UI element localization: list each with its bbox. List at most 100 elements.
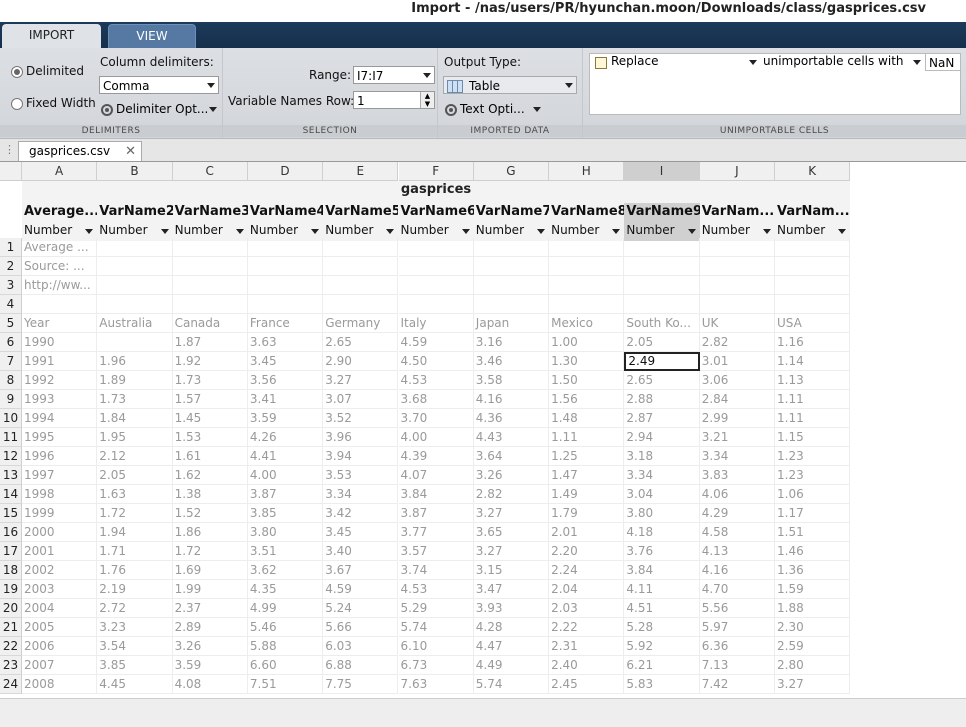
table-cell[interactable]: Canada xyxy=(172,314,248,333)
table-cell[interactable]: 1.95 xyxy=(97,428,173,447)
close-icon[interactable]: ✕ xyxy=(125,142,136,161)
table-cell[interactable]: 3.01 xyxy=(699,352,775,371)
table-cell[interactable]: 3.67 xyxy=(323,561,399,580)
replacement-value-input[interactable]: NaN xyxy=(925,53,961,71)
table-cell[interactable]: 1.62 xyxy=(172,466,248,485)
table-cell[interactable]: 1.50 xyxy=(549,371,625,390)
table-cell[interactable]: 2.82 xyxy=(473,485,550,504)
table-cell[interactable]: 7.51 xyxy=(247,675,324,694)
table-cell[interactable]: 6.10 xyxy=(398,637,474,656)
variable-name-e[interactable]: VarName5 xyxy=(323,204,398,222)
table-cell[interactable]: 1996 xyxy=(22,447,98,466)
table-cell[interactable]: 1997 xyxy=(22,466,98,485)
range-input[interactable]: I7:I7 xyxy=(353,66,435,84)
table-cell[interactable]: 4.41 xyxy=(247,447,324,466)
table-cell[interactable]: 1.46 xyxy=(775,542,850,561)
table-cell[interactable]: 1993 xyxy=(22,390,98,409)
table-cell[interactable]: 3.85 xyxy=(247,504,324,523)
table-cell[interactable]: 4.39 xyxy=(398,447,474,466)
table-cell[interactable]: 1994 xyxy=(22,409,98,428)
table-cell[interactable]: 3.26 xyxy=(473,466,550,485)
table-cell[interactable]: 3.59 xyxy=(247,409,324,428)
table-cell[interactable]: 7.63 xyxy=(398,675,474,694)
table-cell[interactable]: 3.16 xyxy=(473,333,550,352)
table-cell[interactable]: 2.72 xyxy=(97,599,173,618)
table-cell[interactable]: 3.76 xyxy=(624,542,700,561)
row-header[interactable]: 20 xyxy=(0,599,22,618)
table-cell[interactable]: 1.84 xyxy=(97,409,173,428)
table-cell[interactable]: 7.75 xyxy=(323,675,399,694)
row-header[interactable]: 12 xyxy=(0,447,22,466)
table-cell[interactable]: 3.87 xyxy=(247,485,324,504)
table-cell[interactable]: 2007 xyxy=(22,656,98,675)
variable-name-g[interactable]: VarName7 xyxy=(474,204,549,222)
table-cell[interactable]: 2.94 xyxy=(624,428,700,447)
table-cell[interactable]: 3.27 xyxy=(473,504,550,523)
table-cell[interactable]: Year xyxy=(22,314,98,333)
variable-name-c[interactable]: VarName3 xyxy=(173,204,248,222)
table-cell[interactable]: 1.45 xyxy=(172,409,248,428)
table-cell[interactable]: 3.40 xyxy=(323,542,399,561)
column-header-h[interactable]: H xyxy=(549,162,625,181)
table-cell[interactable]: 4.28 xyxy=(473,618,550,637)
row-header[interactable]: 2 xyxy=(0,257,22,276)
table-cell[interactable]: 5.83 xyxy=(624,675,700,694)
row-header[interactable]: 5 xyxy=(0,314,22,333)
table-cell[interactable]: 1.71 xyxy=(97,542,173,561)
table-cell[interactable]: 3.87 xyxy=(398,504,474,523)
column-header-j[interactable]: J xyxy=(699,162,775,181)
table-cell[interactable]: 4.16 xyxy=(699,561,775,580)
table-cell[interactable] xyxy=(775,238,850,257)
table-cell[interactable]: 1.00 xyxy=(549,333,625,352)
table-cell[interactable]: 2.40 xyxy=(549,656,625,675)
table-cell[interactable]: 1998 xyxy=(22,485,98,504)
table-cell[interactable]: 1.72 xyxy=(97,504,173,523)
table-cell[interactable]: 2.01 xyxy=(549,523,625,542)
table-cell[interactable] xyxy=(699,257,775,276)
table-cell[interactable] xyxy=(549,276,625,295)
replace-checkbox[interactable] xyxy=(595,57,607,69)
table-cell[interactable] xyxy=(97,257,173,276)
table-cell[interactable] xyxy=(624,295,700,314)
table-cell[interactable]: 2.82 xyxy=(699,333,775,352)
variable-name-h[interactable]: VarName8 xyxy=(549,204,624,222)
table-cell[interactable] xyxy=(323,276,399,295)
table-cell[interactable] xyxy=(398,257,474,276)
table-cell[interactable]: Average ... xyxy=(22,238,98,257)
table-cell[interactable]: 2006 xyxy=(22,637,98,656)
table-cell[interactable] xyxy=(699,238,775,257)
table-cell[interactable] xyxy=(624,276,700,295)
column-header-a[interactable]: A xyxy=(22,162,98,181)
table-cell[interactable]: Mexico xyxy=(549,314,625,333)
table-cell[interactable]: UK xyxy=(699,314,775,333)
table-cell[interactable] xyxy=(473,295,550,314)
table-cell[interactable]: 3.27 xyxy=(323,371,399,390)
table-cell[interactable] xyxy=(549,238,625,257)
table-cell[interactable]: 1.72 xyxy=(172,542,248,561)
table-cell[interactable]: 2.05 xyxy=(97,466,173,485)
table-cell[interactable]: 4.53 xyxy=(398,371,474,390)
table-cell[interactable]: 4.45 xyxy=(97,675,173,694)
replace-dropdown[interactable]: Replace xyxy=(611,54,759,68)
table-cell[interactable]: 2.05 xyxy=(624,333,700,352)
table-cell[interactable]: 4.36 xyxy=(473,409,550,428)
table-cell[interactable]: 1.25 xyxy=(549,447,625,466)
variable-name-a[interactable]: Average... xyxy=(22,204,97,222)
document-tab-gasprices[interactable]: gasprices.csv ✕ xyxy=(18,141,142,161)
table-cell[interactable]: 1.13 xyxy=(775,371,850,390)
table-cell[interactable]: USA xyxy=(775,314,850,333)
variable-name-i[interactable]: VarName9 xyxy=(624,204,699,222)
table-cell[interactable] xyxy=(247,257,324,276)
table-cell[interactable]: 4.59 xyxy=(398,333,474,352)
table-cell[interactable]: Japan xyxy=(473,314,550,333)
table-cell[interactable]: 1.11 xyxy=(775,409,850,428)
table-cell[interactable]: 7.42 xyxy=(699,675,775,694)
table-cell[interactable] xyxy=(473,238,550,257)
table-cell[interactable] xyxy=(97,276,173,295)
table-cell[interactable]: 3.84 xyxy=(624,561,700,580)
table-cell[interactable] xyxy=(775,295,850,314)
table-cell[interactable] xyxy=(97,333,173,352)
table-cell[interactable]: 1992 xyxy=(22,371,98,390)
table-cell[interactable]: 2.65 xyxy=(624,371,700,390)
variable-name-d[interactable]: VarName4 xyxy=(248,204,323,222)
